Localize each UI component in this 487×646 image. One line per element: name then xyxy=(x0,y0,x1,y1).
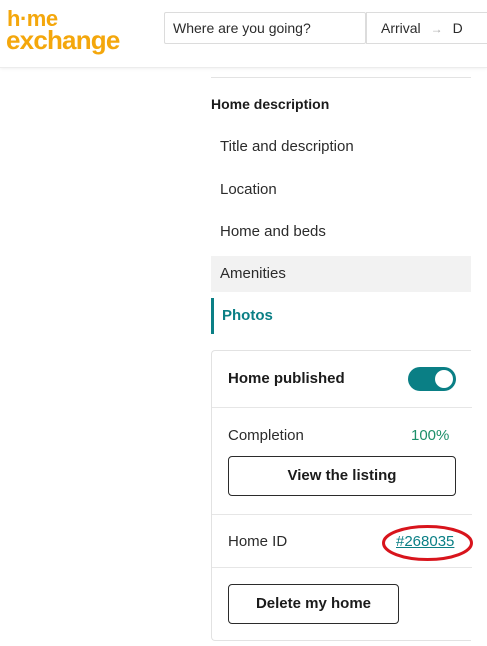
completion-value: 100% xyxy=(411,427,450,444)
arrow-right-icon: → xyxy=(430,22,443,36)
card-divider xyxy=(212,514,472,515)
departure-label: D xyxy=(452,20,463,36)
delete-home-button[interactable]: Delete my home xyxy=(228,584,399,624)
sidebar-item-home-beds[interactable]: Home and beds xyxy=(211,214,471,250)
sidebar-item-photos[interactable]: Photos xyxy=(211,298,471,334)
homeexchange-logo[interactable]: h·me exchange xyxy=(6,6,151,56)
completion-label: Completion xyxy=(228,427,304,444)
home-published-label: Home published xyxy=(228,370,345,387)
top-header: h·me exchange Where are you going? Arriv… xyxy=(0,0,487,68)
home-status-card: Home published Completion 100% View the … xyxy=(211,350,472,641)
sidebar-item-amenities[interactable]: Amenities xyxy=(211,256,471,292)
section-heading: Home description xyxy=(211,96,330,112)
card-divider xyxy=(212,567,472,568)
view-listing-button[interactable]: View the listing xyxy=(228,456,456,496)
home-id-link[interactable]: #268035 xyxy=(396,533,454,550)
toggle-knob xyxy=(435,370,453,388)
sidebar-item-title-description[interactable]: Title and description xyxy=(211,129,471,165)
card-divider xyxy=(212,407,472,408)
logo-line-2: exchange xyxy=(6,25,120,55)
home-id-label: Home ID xyxy=(228,533,288,550)
section-divider xyxy=(211,77,471,78)
dates-picker[interactable]: Arrival → D xyxy=(366,12,487,44)
destination-search-input[interactable]: Where are you going? xyxy=(164,12,366,44)
home-published-toggle[interactable] xyxy=(408,367,456,391)
arrival-label: Arrival xyxy=(381,20,421,36)
sidebar-item-location[interactable]: Location xyxy=(211,172,471,208)
